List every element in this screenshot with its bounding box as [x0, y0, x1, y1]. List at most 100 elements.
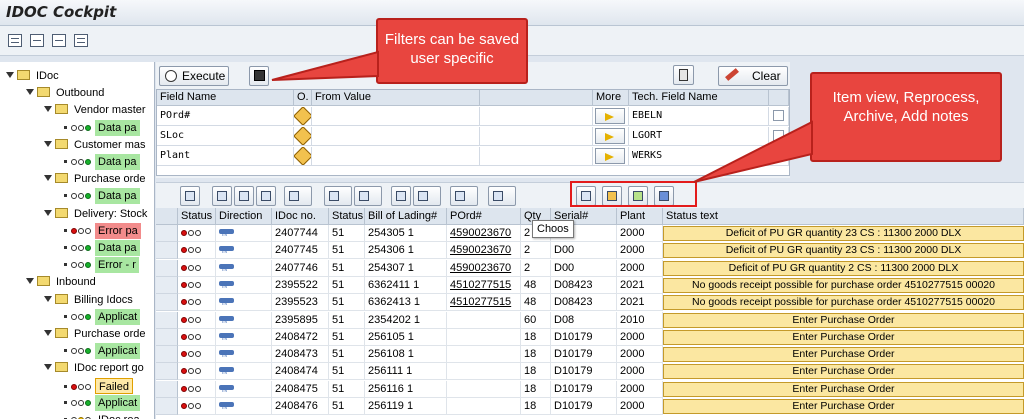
filter-to-value-input[interactable] [480, 147, 593, 166]
expand-triangle-icon[interactable] [44, 140, 52, 147]
row-selector[interactable] [156, 328, 178, 346]
tree-item[interactable]: Failed [62, 377, 133, 396]
find-icon[interactable] [256, 186, 276, 206]
select-option-icon[interactable] [294, 147, 311, 165]
filter-to-value-input[interactable] [480, 127, 593, 146]
grid-view-icon[interactable] [30, 34, 44, 47]
expand-triangle-icon[interactable] [26, 89, 34, 96]
save-variant-button[interactable] [249, 66, 269, 86]
tree-item[interactable]: Applicat [62, 343, 141, 361]
views-icon[interactable] [413, 186, 441, 206]
tree-folder[interactable]: Billing Idocs [44, 292, 136, 310]
table-row[interactable]: IN 2407745 51 254306 1 4590023670 2 D00 2000 Def… [156, 242, 1024, 260]
document-icon[interactable] [391, 186, 411, 206]
header-status-code[interactable]: Status [329, 208, 365, 225]
expand-triangle-icon[interactable] [26, 278, 34, 285]
row-selector[interactable] [156, 363, 178, 381]
expand-triangle-icon[interactable] [44, 364, 52, 371]
expand-triangle-icon[interactable] [44, 106, 52, 113]
row-selector[interactable] [156, 380, 178, 398]
filter-icon[interactable] [234, 186, 254, 206]
tree-folder[interactable]: IDoc [6, 68, 62, 86]
multiple-selection-button[interactable] [595, 148, 625, 164]
table-row[interactable]: IN 2408472 51 256105 1 18 D10179 2000 Enter Pur… [156, 328, 1024, 346]
table-row[interactable]: IN240774451254305 145900236702D002000Def… [156, 225, 1024, 242]
filter-from-value-input[interactable] [312, 147, 480, 166]
expand-triangle-icon[interactable] [44, 330, 52, 336]
table-row[interactable]: IN 2395523 51 6362413 1 4510277515 48 D08423 20… [156, 294, 1024, 312]
tree-item[interactable]: Data pa [62, 119, 140, 138]
tree-folder[interactable]: Vendor master [44, 102, 149, 120]
filter-from-value-input[interactable] [312, 127, 480, 146]
tree-item[interactable]: Applicat [62, 308, 141, 327]
row-selector[interactable] [156, 398, 178, 415]
document-edit-icon[interactable] [74, 34, 88, 47]
tree-folder[interactable]: Customer mas [44, 137, 149, 155]
details-icon[interactable] [180, 186, 200, 206]
table-row[interactable]: IN 2408474 51 256111 1 18 D10179 2000 Enter Pur… [156, 363, 1024, 381]
expand-triangle-icon[interactable] [6, 72, 14, 78]
table-row[interactable]: IN 2408475 51 256116 1 18 D10179 2000 Enter Pur… [156, 380, 1024, 398]
row-selector[interactable] [156, 346, 178, 364]
tree-folder[interactable]: Outbound [26, 85, 107, 103]
cell-pord[interactable] [447, 398, 521, 415]
layout-icon[interactable] [8, 34, 22, 47]
tree-item[interactable]: Error - r [62, 257, 139, 275]
tree-item[interactable]: Error pa [62, 222, 141, 241]
tree-item[interactable]: Data pa [62, 188, 140, 206]
row-selector[interactable] [156, 294, 178, 312]
layout-icon[interactable] [488, 186, 516, 206]
cell-pord[interactable] [447, 363, 521, 381]
table-row[interactable]: IN 2395522 51 6362411 1 4510277515 48 D08423 20… [156, 276, 1024, 294]
header-status-icon[interactable]: Status [178, 208, 216, 225]
tree-item[interactable]: Data pa [62, 154, 140, 172]
print-icon[interactable] [212, 186, 232, 206]
execute-button[interactable]: Execute [159, 66, 229, 86]
row-selector[interactable] [156, 242, 178, 260]
column-settings-icon[interactable] [769, 90, 789, 106]
cell-pord[interactable]: 4510277515 [447, 276, 521, 294]
select-option-icon[interactable] [294, 107, 311, 125]
filter-to-value-input[interactable] [480, 107, 593, 126]
tree-folder[interactable]: IDoc report go [44, 360, 147, 378]
tree-item[interactable]: IDoc rea [62, 412, 143, 419]
filter-from-value-input[interactable] [312, 107, 480, 126]
cell-pord[interactable] [447, 311, 521, 329]
tree-folder[interactable]: Inbound [26, 274, 99, 292]
cell-pord[interactable]: 4590023670 [447, 259, 521, 277]
row-selector[interactable] [156, 276, 178, 294]
tree-folder[interactable]: Purchase orde [44, 326, 149, 344]
select-all-icon[interactable] [156, 208, 178, 225]
filter-option-cell[interactable] [294, 107, 312, 126]
row-selector[interactable] [156, 225, 178, 242]
clear-button[interactable]: Clear [718, 66, 788, 86]
tree-item[interactable]: Applicat [62, 394, 141, 413]
cell-pord[interactable] [447, 328, 521, 346]
filter-menu-icon[interactable] [284, 186, 312, 206]
table-row[interactable]: IN 2408476 51 256119 1 18 D10179 2000 Enter Pur… [156, 398, 1024, 415]
header-direction[interactable]: Direction [216, 208, 272, 225]
header-status-text[interactable]: Status text [663, 208, 1024, 225]
delete-button[interactable] [673, 65, 694, 85]
multiple-selection-button[interactable] [595, 108, 625, 124]
filter-option-cell[interactable] [294, 127, 312, 146]
expand-triangle-icon[interactable] [44, 295, 52, 302]
cell-pord[interactable]: 4510277515 [447, 294, 521, 312]
cell-pord[interactable] [447, 380, 521, 398]
filter-option-cell[interactable] [294, 147, 312, 166]
row-selector[interactable] [156, 311, 178, 329]
expand-triangle-icon[interactable] [44, 209, 52, 216]
tree-item[interactable]: Data pa [62, 240, 140, 258]
header-plant[interactable]: Plant [617, 208, 663, 225]
select-option-icon[interactable] [294, 127, 311, 145]
cell-pord[interactable] [447, 346, 521, 364]
cell-pord[interactable]: 4590023670 [447, 225, 521, 242]
export-icon[interactable] [450, 186, 478, 206]
table-row[interactable]: IN 2407746 51 254307 1 4590023670 2 D00 2000 Def… [156, 259, 1024, 277]
sum-icon[interactable] [324, 186, 352, 206]
multiple-selection-button[interactable] [595, 128, 625, 144]
subtotal-icon[interactable] [354, 186, 382, 206]
expand-triangle-icon[interactable] [44, 175, 52, 182]
header-idoc-number[interactable]: IDoc no. [272, 208, 329, 225]
add-view-icon[interactable] [52, 34, 66, 47]
